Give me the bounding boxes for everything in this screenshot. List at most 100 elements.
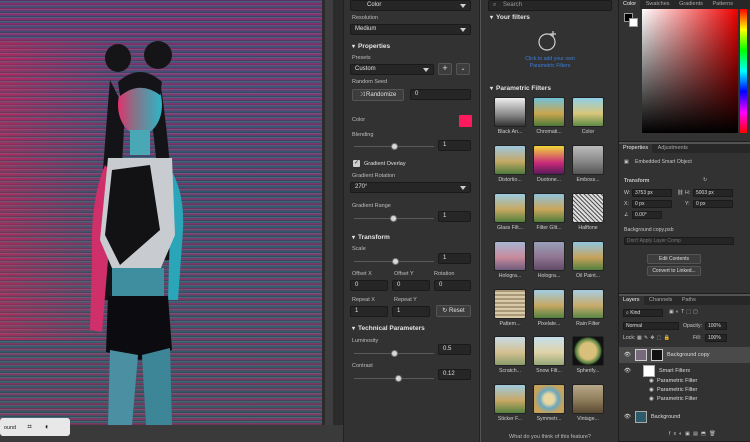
edit-contents-button[interactable]: Edit Contents	[647, 254, 701, 264]
gradient-range-slider[interactable]	[354, 215, 434, 222]
adjust-icon[interactable]: ◐	[41, 421, 53, 433]
tab-color[interactable]: Color	[619, 0, 641, 9]
tab-gradients[interactable]: Gradients	[675, 0, 707, 9]
background-color-chip[interactable]	[629, 18, 638, 27]
layer-row-parametric-filter-1[interactable]: ◉ Parametric Filter	[619, 377, 750, 386]
eye-icon[interactable]: 👁	[624, 347, 631, 363]
tab-properties[interactable]: Properties	[619, 144, 653, 153]
tab-paths[interactable]: Paths	[678, 296, 700, 305]
reset-transform-icon[interactable]: ↻	[703, 177, 707, 183]
contextual-task-bar[interactable]: ound ⌗ ◐ ⋯	[0, 418, 70, 442]
color-mode-select[interactable]: Color	[350, 0, 471, 11]
filter-tile[interactable]	[533, 336, 565, 366]
add-preset-button[interactable]: +	[438, 63, 452, 75]
filter-tile[interactable]	[494, 97, 526, 127]
scale-input[interactable]: 1	[438, 253, 471, 264]
filter-tile[interactable]	[572, 145, 604, 175]
gradient-range-input[interactable]: 1	[438, 211, 471, 222]
gradient-range-slider-knob[interactable]	[390, 215, 397, 222]
filter-tile[interactable]	[533, 384, 565, 414]
eye-icon[interactable]: ◉	[649, 377, 654, 386]
luminosity-input[interactable]: 0.5	[438, 344, 471, 355]
blending-input[interactable]: 1	[438, 140, 471, 151]
rotation-input[interactable]: 0	[434, 280, 471, 291]
filter-tile[interactable]	[572, 289, 604, 319]
filter-tile[interactable]	[572, 97, 604, 127]
transform-heading[interactable]: ▾ Transform	[352, 234, 390, 241]
tab-layers[interactable]: Layers	[619, 296, 644, 305]
tab-swatches[interactable]: Swatches	[642, 0, 674, 9]
luminosity-slider[interactable]	[354, 350, 434, 357]
gradient-overlay-checkbox[interactable]: ✓	[353, 160, 360, 167]
randomize-button[interactable]: ⤨ Randomize	[352, 89, 404, 101]
link-icon[interactable]: ⛓	[677, 190, 684, 196]
scale-slider[interactable]	[354, 258, 434, 265]
y-input[interactable]: 0 px	[693, 200, 733, 208]
luminosity-slider-knob[interactable]	[391, 350, 398, 357]
layers-footer-icons[interactable]: fx◐▣▤⬒🗑	[669, 431, 718, 437]
height-input[interactable]: 5003 px	[693, 189, 733, 197]
blending-slider-knob[interactable]	[391, 143, 398, 150]
contrast-input[interactable]: 0.12	[438, 369, 471, 380]
crop-icon[interactable]: ⌗	[24, 421, 36, 433]
filter-tile[interactable]	[494, 193, 526, 223]
offset-x-input[interactable]: 0	[350, 280, 388, 291]
filter-tile[interactable]	[533, 241, 565, 271]
contrast-slider-knob[interactable]	[395, 375, 402, 382]
gradient-rotation-select[interactable]: 270°	[350, 182, 471, 193]
canvas-vertical-scrollbar[interactable]	[325, 0, 333, 425]
technical-parameters-heading[interactable]: ▾ Technical Parameters	[352, 325, 425, 332]
tab-channels[interactable]: Channels	[645, 296, 676, 305]
scale-slider-knob[interactable]	[392, 258, 399, 265]
feedback-prompt[interactable]: What do you think of this feature?	[481, 434, 619, 440]
filter-tile[interactable]	[494, 145, 526, 175]
width-input[interactable]: 3753 px	[632, 189, 672, 197]
filter-tile[interactable]	[494, 241, 526, 271]
resolution-select[interactable]: Medium	[350, 24, 471, 35]
properties-heading[interactable]: ▾ Properties	[352, 43, 390, 50]
eye-icon[interactable]: 👁	[624, 409, 631, 425]
offset-y-input[interactable]: 0	[392, 280, 430, 291]
layer-row-background[interactable]: 👁 Background	[619, 409, 750, 425]
seed-input[interactable]: 0	[410, 89, 471, 100]
x-input[interactable]: 0 px	[632, 200, 672, 208]
repeat-x-input[interactable]: 1	[350, 306, 388, 317]
fill-input[interactable]: 100%	[705, 334, 727, 342]
eye-icon[interactable]: ◉	[649, 386, 654, 395]
filter-tile[interactable]	[533, 145, 565, 175]
angle-input[interactable]: 0.00°	[632, 211, 662, 219]
hue-slider[interactable]	[740, 9, 747, 133]
convert-to-linked-button[interactable]: Convert to Linked...	[647, 266, 701, 276]
layer-row-parametric-filter-3[interactable]: ◉ Parametric Filter	[619, 395, 750, 404]
layer-comp-select[interactable]: Don't Apply Layer Comp	[624, 237, 734, 245]
filter-tile[interactable]	[572, 336, 604, 366]
color-picker-field[interactable]	[642, 9, 738, 133]
blend-mode-select[interactable]: Normal	[623, 322, 679, 330]
reset-button[interactable]: ↻ Reset	[436, 305, 471, 317]
layer-row-parametric-filter-2[interactable]: ◉ Parametric Filter	[619, 386, 750, 395]
blending-slider[interactable]	[354, 143, 434, 150]
filter-tile[interactable]	[533, 289, 565, 319]
presets-select[interactable]: Custom	[350, 64, 434, 75]
preset-menu-button[interactable]: ⌄	[456, 63, 470, 75]
filter-tile[interactable]	[494, 289, 526, 319]
filter-tile[interactable]	[533, 193, 565, 223]
filter-tile[interactable]	[572, 384, 604, 414]
layer-row-background-copy[interactable]: 👁 Background copy	[619, 347, 750, 363]
filter-tile[interactable]	[494, 384, 526, 414]
color-swatch[interactable]	[459, 115, 472, 127]
document-canvas[interactable]: ound ⌗ ◐ ⋯	[0, 0, 343, 442]
filter-tile[interactable]	[572, 241, 604, 271]
layer-filter-icons[interactable]: ▣◐T⬚▢	[669, 309, 700, 315]
filter-tile[interactable]	[572, 193, 604, 223]
tab-patterns[interactable]: Patterns	[708, 0, 736, 9]
filter-tile[interactable]	[533, 97, 565, 127]
filter-tile[interactable]	[494, 336, 526, 366]
tab-adjustments[interactable]: Adjustments	[654, 144, 692, 153]
lock-icons[interactable]: ▦✎✥⬚🔒	[637, 335, 672, 341]
eye-icon[interactable]: ◉	[649, 395, 654, 404]
opacity-input[interactable]: 100%	[705, 322, 727, 330]
contrast-slider[interactable]	[354, 375, 434, 382]
repeat-y-input[interactable]: 1	[392, 306, 430, 317]
layer-kind-filter[interactable]: ⌕ Kind	[623, 309, 663, 317]
